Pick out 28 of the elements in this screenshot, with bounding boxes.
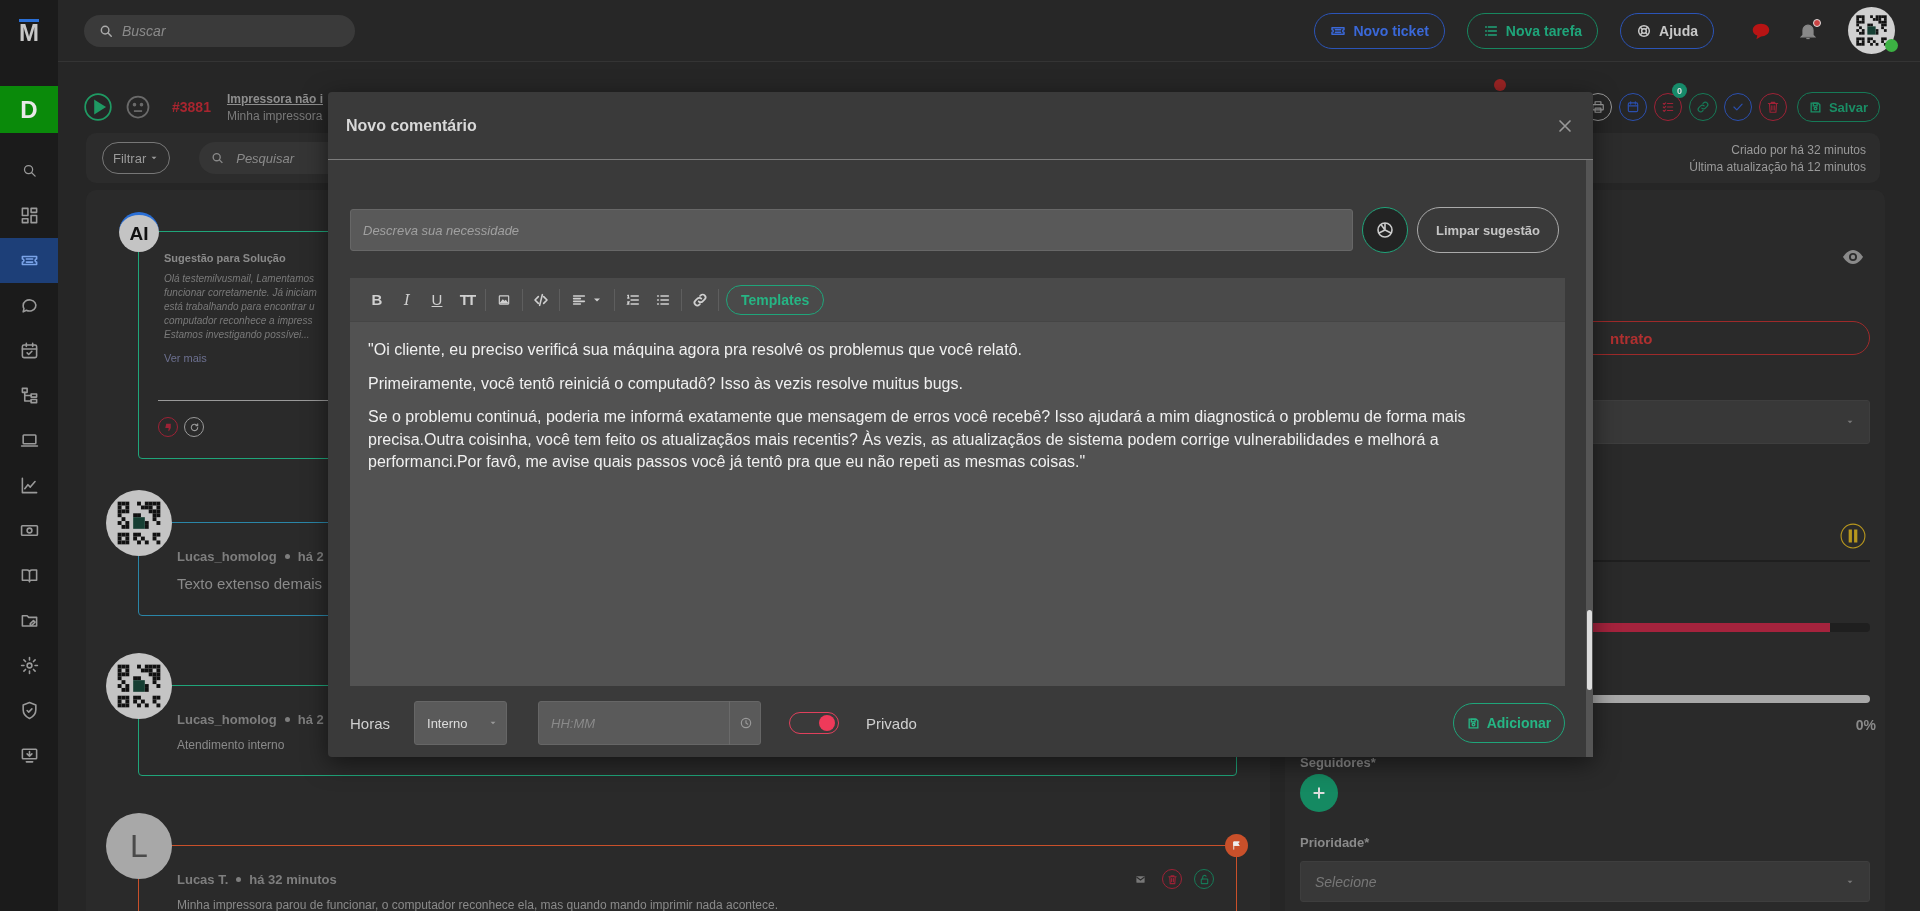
author-name: Lucas_homolog: [177, 548, 277, 564]
dialog-title: Novo comentário: [346, 116, 477, 135]
private-label: Privado: [866, 714, 917, 732]
ai-avatar: AI: [119, 212, 159, 252]
author-name: Lucas_homolog: [177, 711, 277, 727]
paragraph: Primeiramente, você tentô reiniciá o computadô? Isso às vezis resolve muitus bugs.: [368, 373, 964, 394]
paragraph: "Oi cliente, eu preciso verificá sua máquina agora pra resolvê os problemus que você relatô.: [368, 340, 1024, 360]
suggestion-title: Sugestão para Solução: [163, 252, 286, 264]
author-name: Lucas T.: [177, 871, 229, 887]
logo: M: [19, 19, 39, 43]
progress-reading: 0%: [1855, 717, 1876, 733]
paragraph: Se o problemu continuá, poderia me informá exatamente que mensagem de erros você recebê? Isso ajudará a mim diagnosticá o problemu de forma mais precisa.Outra coisinha, você tem feito os atualizaçãos mais recentis? Às vezis, as atualizaçãos de sistema podem corrige vulnerabilidades e melhorá a performanci.Por favô, me avise quais passos você já tentô pra que eu não repeti as mesmas coisas.": [368, 407, 1467, 472]
suggestion-text: Olá testemilvusmail, Lamentamos funcionar corretamente. Já iniciam está trabalhando para encontrar u computador reconhece a impress Estamos investigando possívei...: [163, 272, 317, 342]
updated-text: Última atualização há 12 minutos: [1689, 159, 1866, 174]
followers-label: Seguidores*: [1300, 755, 1377, 770]
comment-text: Texto extenso demais: [177, 575, 324, 592]
comment-time: há 2: [297, 711, 324, 727]
hours-label: Horas: [350, 714, 390, 732]
ticket-number: #3881: [172, 99, 211, 115]
count-badge: 0: [1671, 83, 1687, 98]
comment-time: há 32 minutos: [249, 871, 337, 887]
created-text: Criado por há 32 minutos: [1731, 142, 1866, 157]
comment-text: Minha impressora parou de funcionar, o computador reconhece ela, mas quando mando imprimir nada acontece.: [177, 898, 779, 911]
letter-avatar: L: [106, 813, 172, 879]
priority-label: Prioridade*: [1300, 835, 1371, 850]
comment-text: Atendimento interno: [177, 738, 286, 752]
ticket-subtitle: Minha impressora: [226, 108, 323, 123]
comment-time: há 2: [297, 548, 324, 564]
